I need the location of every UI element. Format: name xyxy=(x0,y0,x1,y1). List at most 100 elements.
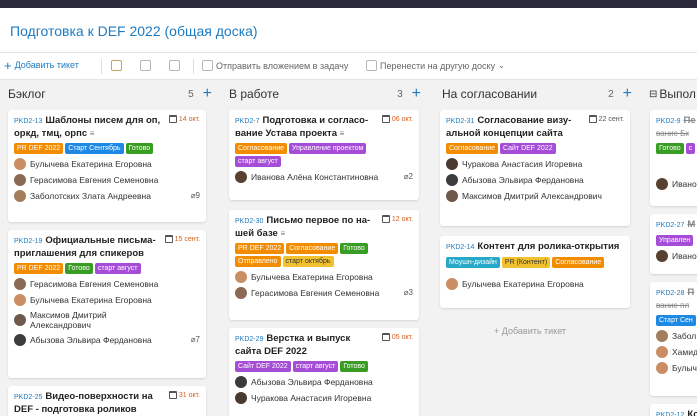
column-header: Бэклог 5 + xyxy=(0,80,218,108)
card-title-wrap: PKD2-13 Шаблоны писем для оп, оркд, тмц, … xyxy=(14,115,166,140)
assignee-name: Герасимова Евгения Семеновна xyxy=(30,175,159,185)
ticket-card[interactable]: PKD2-30 Письмо первое по на­шей базе ≡ 12… xyxy=(229,210,419,320)
ticket-card[interactable]: PKD2-7 Подготовка и согласо­вание Устава … xyxy=(229,110,419,200)
ticket-card[interactable]: PKD2-9 Пе вание Бк Готово с Ивано xyxy=(650,110,697,206)
ticket-id[interactable]: PKD2-31 xyxy=(446,118,474,125)
paste-button[interactable] xyxy=(111,60,122,71)
ticket-card[interactable]: PKD2-13 Шаблоны писем для оп, оркд, тмц, … xyxy=(8,110,206,222)
ticket-card[interactable]: PKD2-12 Ко xyxy=(650,404,697,416)
add-ticket-link[interactable]: + Добавить тикет xyxy=(494,326,566,336)
tag: Согласование xyxy=(235,143,287,154)
ticket-id[interactable]: PKD2-29 xyxy=(235,336,263,343)
toolbar-divider xyxy=(101,59,102,74)
send-attachment-label: Отправить вложением в задачу xyxy=(216,60,349,71)
ticket-card[interactable]: PKD2-31 Согласование визу­альной концепци… xyxy=(440,110,630,226)
due-date-text: 12 окт. xyxy=(391,215,413,223)
assignee-name: Ивано xyxy=(672,251,697,261)
attachment-count: ⌀2 xyxy=(403,172,413,181)
ticket-card[interactable]: PKD2-27 М Управлен Ивано xyxy=(650,214,697,274)
ticket-id[interactable]: PKD2-14 xyxy=(446,244,474,251)
column-title: На согласовании xyxy=(442,87,538,101)
delete-button[interactable] xyxy=(169,60,180,71)
tag: Согласование xyxy=(286,243,339,254)
toolbar-divider xyxy=(193,59,194,74)
ticket-card[interactable]: PKD2-28 П вание пл Старт Сен Забол Хамид … xyxy=(650,282,697,396)
avatar xyxy=(656,346,668,358)
ticket-title-cont: вание Бк xyxy=(656,129,689,138)
tag: PR DEF 2022 xyxy=(235,243,285,254)
avatar xyxy=(14,314,26,326)
plus-icon: + xyxy=(4,57,12,73)
ticket-id[interactable]: PKD2-28 xyxy=(656,290,684,297)
tag: Готово xyxy=(340,361,368,372)
attachment-count: ⌀7 xyxy=(190,335,200,344)
card-title-wrap: PKD2-27 М xyxy=(656,219,697,232)
ticket-title-cont: вание пл xyxy=(656,301,690,310)
attachment-number: 7 xyxy=(195,335,200,344)
due-date-text: 14 окт. xyxy=(178,115,200,123)
ticket-id[interactable]: PKD2-19 xyxy=(14,238,42,245)
assignee-name: Чуракова Анастасия Игоревна xyxy=(462,159,583,169)
ticket-card[interactable]: PKD2-29 Верстка и выпуск сайта DEF 2022 0… xyxy=(229,328,419,416)
assignee-name: Ивано xyxy=(672,179,697,189)
column-title: Выпол xyxy=(659,87,696,101)
tag: старт октябрь xyxy=(282,256,334,267)
assignee-name: Булычева Екатерина Егоровна xyxy=(30,295,152,305)
due-date-text: 05 окт. xyxy=(391,333,413,341)
ticket-card[interactable]: PKD2-14 Контент для ролика-открытия Моушн… xyxy=(440,236,630,308)
collapse-icon[interactable]: ⊟ xyxy=(649,89,657,100)
calendar-icon xyxy=(381,215,390,223)
toolbar: + Добавить тикет Отправить вложением в з… xyxy=(0,52,697,80)
move-board-button[interactable]: Перенести на другую доску ⌄ xyxy=(366,60,505,71)
tag: с xyxy=(685,143,696,154)
avatar xyxy=(14,334,26,346)
assignee-name: Герасимова Евгения Семеновна xyxy=(251,288,380,298)
tag: Готово xyxy=(65,263,93,274)
avatar xyxy=(656,362,668,374)
avatar xyxy=(14,278,26,290)
ticket-id[interactable]: PKD2-9 xyxy=(656,118,681,125)
ticket-id[interactable]: PKD2-27 xyxy=(656,222,684,229)
tag: Сайт DEF 2022 xyxy=(500,143,556,154)
tag: старт август xyxy=(292,361,339,372)
avatar xyxy=(14,294,26,306)
tag: Сайт DEF 2022 xyxy=(235,361,291,372)
ticket-id[interactable]: PKD2-30 xyxy=(235,218,263,225)
ticket-card[interactable]: PKD2-19 Официальные письма-приглашения дл… xyxy=(8,230,206,378)
column-header: ⊟ Выпол xyxy=(643,80,697,108)
avatar xyxy=(656,178,668,190)
card-title-wrap: PKD2-19 Официальные письма-приглашения дл… xyxy=(14,235,162,260)
calendar-icon xyxy=(164,235,173,243)
ticket-id[interactable]: PKD2-13 xyxy=(14,118,42,125)
send-attachment-button[interactable]: Отправить вложением в задачу xyxy=(202,60,348,71)
add-to-column-button[interactable]: + xyxy=(412,86,421,102)
assignee-name: Булычева Екатерина Егоровна xyxy=(462,279,584,289)
assignee-name: Абызова Эльвира Ферда­новна xyxy=(251,377,373,387)
ticket-id[interactable]: PKD2-25 xyxy=(14,394,42,401)
ticket-card[interactable]: PKD2-25 Видео-поверхности на DEF - подгот… xyxy=(8,386,206,416)
due-date-text: 22 сент. xyxy=(598,115,624,123)
ticket-id[interactable]: PKD2-12 xyxy=(656,412,684,416)
copy-icon xyxy=(140,60,151,71)
column-title: В работе xyxy=(229,87,280,101)
avatar xyxy=(446,174,458,186)
add-ticket-button[interactable]: + Добавить тикет xyxy=(4,57,79,73)
tag: Моушн-дизайн xyxy=(446,257,500,268)
ticket-id[interactable]: PKD2-7 xyxy=(235,118,260,125)
card-title-wrap: PKD2-29 Верстка и выпуск сайта DEF 2022 xyxy=(235,333,379,358)
board-header: Подготовка к DEF 2022 (общая доска) xyxy=(0,8,697,52)
avatar xyxy=(235,171,247,183)
window-top-strip xyxy=(0,0,697,8)
add-to-column-button[interactable]: + xyxy=(203,86,212,102)
card-title-wrap: PKD2-30 Письмо первое по на­шей базе ≡ xyxy=(235,215,379,240)
tag: старт август xyxy=(235,156,281,167)
description-icon: ≡ xyxy=(280,229,286,238)
add-to-column-button[interactable]: + xyxy=(623,86,632,102)
tag: Старт Сентябрь xyxy=(65,143,124,154)
copy-button[interactable] xyxy=(140,60,151,71)
due-date-text: 15 сент. xyxy=(174,235,200,243)
tag: Управление проектом xyxy=(289,143,367,154)
description-icon: ≡ xyxy=(89,129,95,138)
ticket-title: П xyxy=(687,287,695,298)
tag: старт август xyxy=(94,263,141,274)
